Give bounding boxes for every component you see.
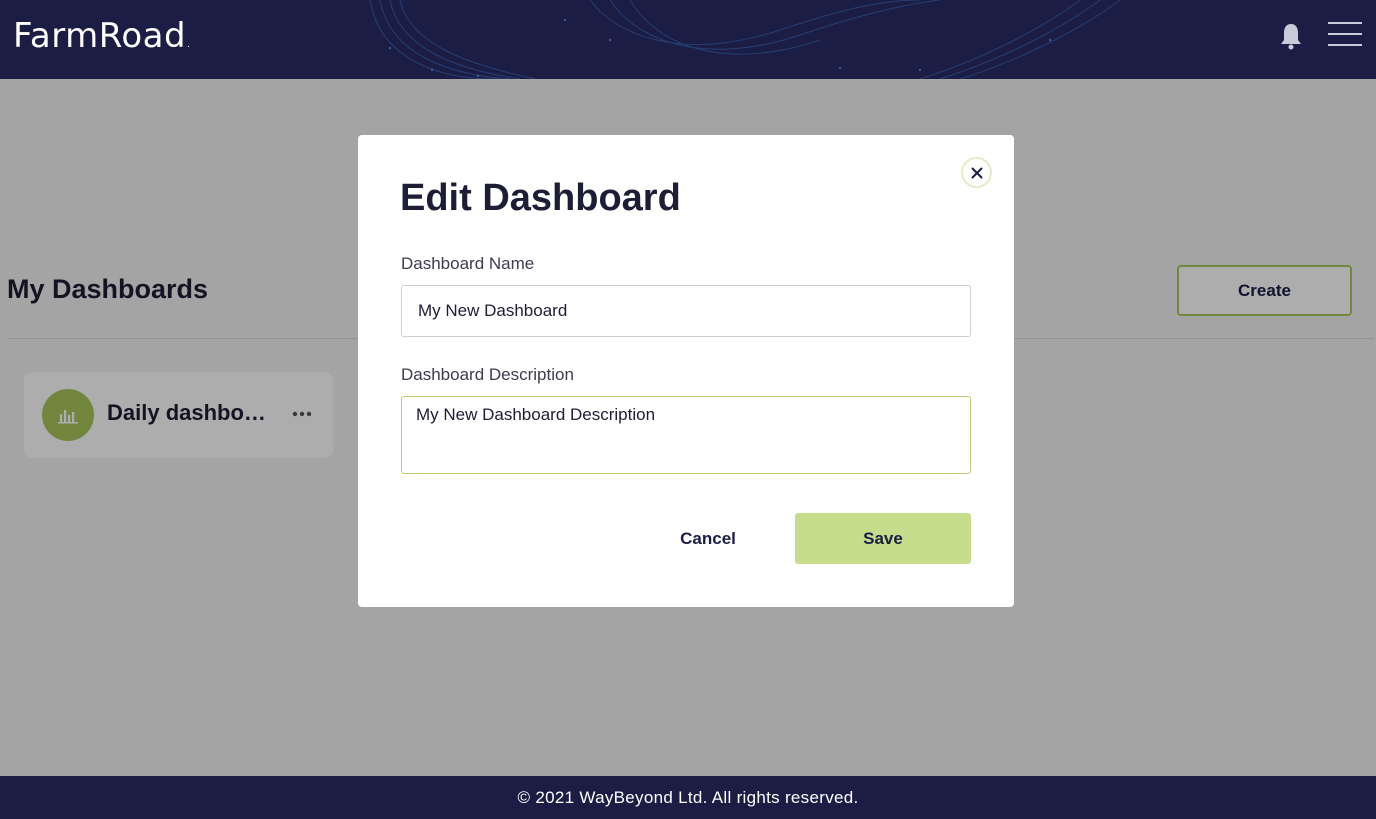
dashboard-name-input[interactable] xyxy=(401,285,971,337)
logo-text: FarmRoad xyxy=(13,16,187,56)
header-decoration xyxy=(369,0,1121,79)
footer: © 2021 WayBeyond Ltd. All rights reserve… xyxy=(0,776,1376,819)
close-button[interactable] xyxy=(961,157,992,188)
bell-icon[interactable] xyxy=(1280,22,1302,50)
save-button[interactable]: Save xyxy=(795,513,971,564)
modal-title: Edit Dashboard xyxy=(400,177,681,219)
dashboard-name-label: Dashboard Name xyxy=(401,254,535,273)
copyright-text: © 2021 WayBeyond Ltd. All rights reserve… xyxy=(517,787,859,807)
edit-dashboard-modal: Edit Dashboard Dashboard Name Dashboard … xyxy=(358,135,1014,607)
hamburger-menu-icon[interactable] xyxy=(1328,20,1362,48)
dashboard-description-input[interactable]: My New Dashboard Description xyxy=(401,396,971,474)
cancel-button[interactable]: Cancel xyxy=(638,513,778,564)
logo-mark: . xyxy=(187,40,191,50)
close-icon xyxy=(971,167,982,178)
farmroad-logo[interactable]: FarmRoad. xyxy=(13,16,190,56)
top-header: FarmRoad. xyxy=(0,0,1376,79)
dashboard-description-label: Dashboard Description xyxy=(401,365,574,384)
